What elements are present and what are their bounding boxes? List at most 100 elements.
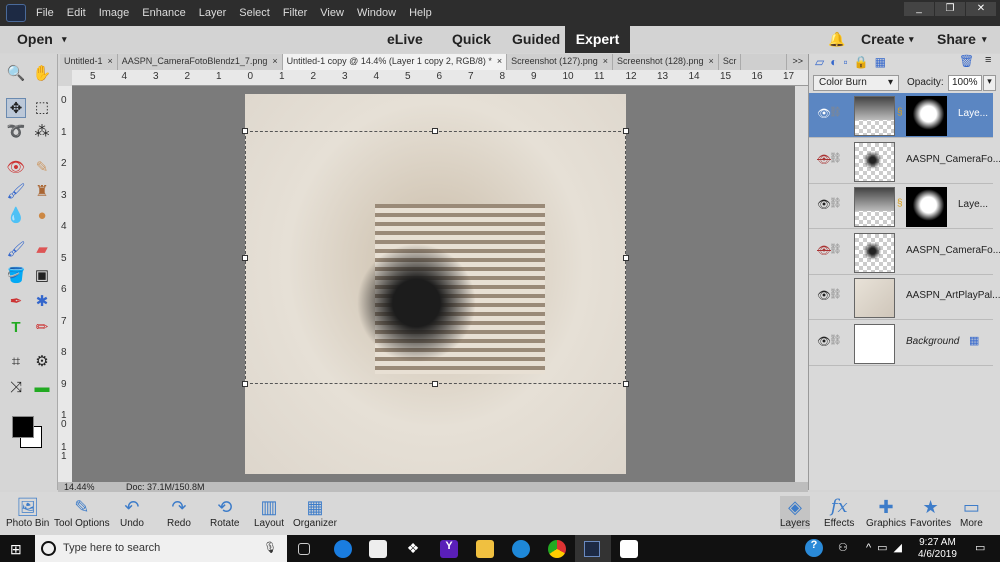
close-tab-icon[interactable]: × bbox=[108, 56, 113, 66]
close-tab-icon[interactable]: × bbox=[497, 56, 502, 66]
mask-link-icon[interactable]: § bbox=[897, 198, 903, 209]
photoshop-elements-taskbar-icon[interactable] bbox=[575, 535, 611, 562]
layer-thumbnail[interactable] bbox=[854, 187, 895, 227]
layer-thumbnail[interactable] bbox=[854, 141, 895, 182]
close-tab-icon[interactable]: × bbox=[709, 56, 714, 66]
app-icon[interactable] bbox=[512, 540, 530, 558]
transform-handle[interactable] bbox=[432, 381, 438, 387]
mode-quick[interactable]: Quick bbox=[452, 31, 491, 47]
opacity-dropdown-icon[interactable]: ▾ bbox=[983, 75, 996, 91]
layer-row[interactable]: 👁 ⛓ AASPN_CameraFo... bbox=[809, 139, 1000, 184]
doc-tab[interactable]: Untitled-1 × bbox=[60, 54, 118, 70]
layer-row[interactable]: 👁 ⛓ § Laye... bbox=[809, 184, 993, 229]
menu-select[interactable]: Select bbox=[239, 7, 270, 19]
menu-filter[interactable]: Filter bbox=[283, 7, 307, 19]
redo-button[interactable]: ↷ Redo bbox=[167, 496, 191, 529]
panel-menu-icon[interactable]: ≡ bbox=[985, 54, 991, 66]
file-explorer-icon[interactable] bbox=[476, 540, 494, 558]
layer-row[interactable]: 👁 ⛓ AASPN_CameraFo... bbox=[809, 230, 1000, 275]
blur-tool-icon[interactable]: 💧 bbox=[6, 206, 26, 226]
star-panel-button[interactable]: ★ Favorites bbox=[910, 496, 951, 529]
tool-options-button[interactable]: ✎ Tool Options bbox=[54, 496, 110, 529]
sponge-tool-icon[interactable]: ● bbox=[32, 206, 52, 226]
doc-tab[interactable]: Screenshot (128).png × bbox=[613, 54, 719, 70]
zoom-level[interactable]: 14.44% bbox=[64, 482, 95, 492]
notification-bell-icon[interactable]: 🔔 bbox=[828, 31, 845, 48]
doc-tab[interactable]: AASPN_CameraFotoBlendz1_7.png × bbox=[118, 54, 283, 70]
layers-panel-button[interactable]: ◈ Layers bbox=[780, 496, 811, 529]
eraser-tool-icon[interactable]: ▰ bbox=[32, 240, 52, 260]
menu-help[interactable]: Help bbox=[409, 7, 432, 19]
transform-handle[interactable] bbox=[432, 128, 438, 134]
close-tab-icon[interactable]: × bbox=[272, 56, 277, 66]
open-dropdown-icon[interactable]: ▾ bbox=[62, 34, 67, 45]
doc-tab[interactable]: Scr bbox=[719, 54, 742, 70]
transform-handle[interactable] bbox=[623, 128, 629, 134]
content-aware-move-tool-icon[interactable]: ⤨ bbox=[6, 378, 26, 398]
menu-image[interactable]: Image bbox=[99, 7, 130, 19]
close-tab-icon[interactable]: × bbox=[603, 56, 608, 66]
marquee-tool-icon[interactable]: ⬚ bbox=[32, 98, 52, 118]
doc-tab[interactable]: Screenshot (127).png × bbox=[507, 54, 613, 70]
layer-thumbnail[interactable] bbox=[854, 96, 895, 136]
mode-guided[interactable]: Guided bbox=[512, 31, 560, 47]
system-tray-icons[interactable]: ^▭◢ bbox=[866, 541, 908, 554]
opacity-input[interactable]: 100% bbox=[948, 75, 982, 91]
red-eye-tool-icon[interactable]: 👁 bbox=[6, 158, 26, 178]
vertical-scrollbar[interactable] bbox=[795, 86, 808, 482]
microphone-icon[interactable]: 🎙 bbox=[263, 535, 277, 562]
zoom-tool-icon[interactable]: 🔍 bbox=[6, 64, 26, 84]
link-icon[interactable]: ⛓ bbox=[829, 107, 842, 118]
layer-thumbnail[interactable] bbox=[854, 232, 895, 273]
crop-tool-icon[interactable]: ⌗ bbox=[6, 352, 26, 372]
dropbox-icon[interactable]: ❖ bbox=[404, 540, 422, 558]
foreground-color-swatch[interactable] bbox=[12, 416, 34, 438]
close-button[interactable]: ✕ bbox=[966, 2, 996, 16]
magic-wand-tool-icon[interactable]: ⁂ bbox=[32, 122, 52, 142]
transform-handle[interactable] bbox=[242, 255, 248, 261]
pencil-tool-icon[interactable]: ✏ bbox=[32, 318, 52, 338]
layer-thumbnail[interactable] bbox=[854, 278, 895, 318]
menu-file[interactable]: File bbox=[36, 7, 54, 19]
doc-tab-active[interactable]: Untitled-1 copy @ 14.4% (Layer 1 copy 2,… bbox=[282, 54, 508, 70]
layer-thumbnail[interactable] bbox=[854, 323, 895, 364]
clone-stamp-tool-icon[interactable]: ♜ bbox=[32, 182, 52, 202]
organizer-button[interactable]: ▦ Organizer bbox=[293, 496, 337, 529]
undo-button[interactable]: ↶ Undo bbox=[120, 496, 144, 529]
share-button[interactable]: Share bbox=[937, 31, 976, 47]
move-tool-icon[interactable]: ✥ bbox=[6, 98, 26, 118]
type-tool-icon[interactable]: T bbox=[6, 318, 26, 338]
brush-tool-icon[interactable]: 🖌 bbox=[6, 240, 26, 260]
blend-mode-select[interactable]: Color Burn ▾ bbox=[813, 75, 899, 91]
photos-icon[interactable] bbox=[620, 540, 638, 558]
share-dropdown-icon[interactable]: ▾ bbox=[982, 34, 987, 45]
windows-start-icon[interactable]: ⊞ bbox=[10, 541, 22, 558]
eyedropper-tool-icon[interactable]: ✒ bbox=[6, 292, 26, 312]
plus-panel-button[interactable]: ✚ Graphics bbox=[866, 496, 906, 529]
link-icon[interactable]: ⛓ bbox=[829, 244, 842, 255]
menu-window[interactable]: Window bbox=[357, 7, 396, 19]
gradient-tool-icon[interactable]: ▣ bbox=[32, 266, 52, 286]
transform-handle[interactable] bbox=[623, 381, 629, 387]
help-icon[interactable]: ? bbox=[805, 539, 823, 557]
chrome-icon[interactable] bbox=[548, 540, 566, 558]
link-icon[interactable]: ⛓ bbox=[829, 335, 842, 346]
smart-brush-tool-icon[interactable]: 🖌 bbox=[6, 182, 26, 202]
paint-bucket-tool-icon[interactable]: 🪣 bbox=[6, 266, 26, 286]
link-icon[interactable]: ⛓ bbox=[829, 289, 842, 300]
spot-healing-tool-icon[interactable]: ✎ bbox=[32, 158, 52, 178]
lasso-tool-icon[interactable]: ➰ bbox=[6, 122, 26, 142]
create-button[interactable]: Create bbox=[861, 31, 905, 47]
more-panel-button[interactable]: ▭ More bbox=[960, 496, 983, 529]
transform-handle[interactable] bbox=[242, 381, 248, 387]
rotate-button[interactable]: ⟲ Rotate bbox=[210, 496, 239, 529]
edge-icon[interactable] bbox=[334, 540, 352, 558]
layer-row[interactable]: 👁 ⛓ § Laye... bbox=[809, 93, 993, 138]
photo-bin-button[interactable]: 🖼 Photo Bin bbox=[6, 496, 49, 529]
mask-link-icon[interactable]: § bbox=[897, 107, 903, 118]
clock[interactable]: 9:27 AM 4/6/2019 bbox=[918, 537, 957, 561]
open-button[interactable]: Open bbox=[17, 31, 53, 47]
transform-handle[interactable] bbox=[242, 128, 248, 134]
minimize-button[interactable]: _ bbox=[904, 2, 934, 16]
yahoo-icon[interactable]: Y bbox=[440, 540, 458, 558]
